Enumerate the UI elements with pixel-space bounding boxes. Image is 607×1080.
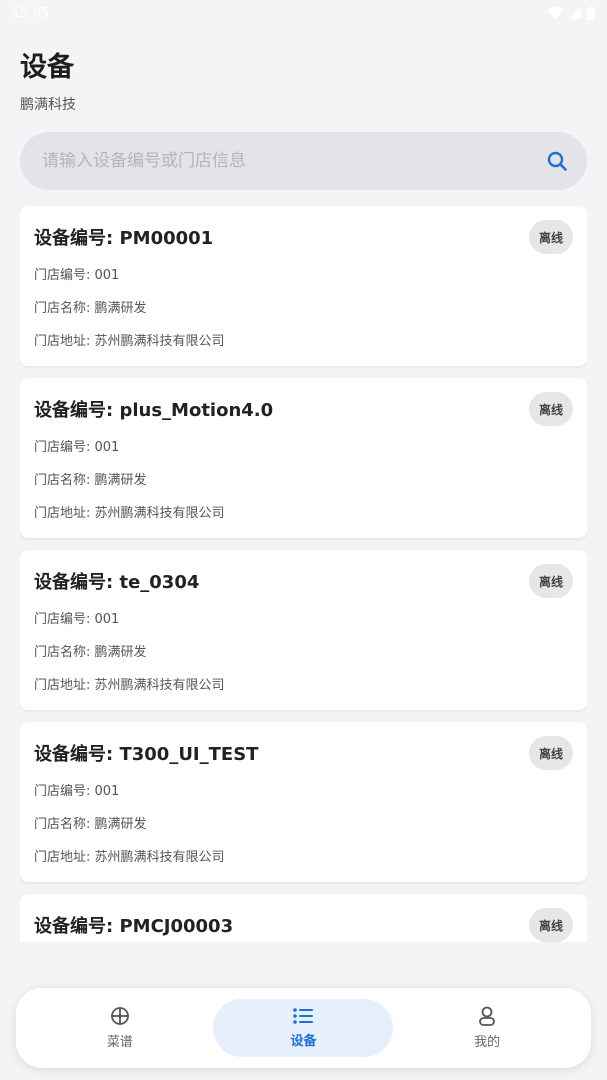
nav-label: 我的	[474, 1035, 501, 1050]
device-id: 设备编号: T300_UI_TEST	[34, 744, 259, 765]
search-input[interactable]	[40, 150, 545, 172]
store-address: 门店地址: 苏州鹏满科技有限公司	[34, 506, 225, 521]
nav-item-profile[interactable]: 我的	[397, 999, 577, 1057]
wifi-icon	[547, 7, 563, 19]
store-name: 门店名称: 鹏满研发	[34, 817, 147, 832]
store-number: 门店编号: 001	[34, 784, 120, 799]
search-icon[interactable]	[545, 149, 569, 173]
header: 设备 鹏满科技	[20, 50, 76, 114]
device-id: 设备编号: PMCJ00003	[34, 916, 234, 937]
status-badge: 离线	[529, 736, 573, 770]
search-bar[interactable]	[20, 132, 587, 190]
status-time: 15:05	[12, 5, 50, 21]
page-subtitle: 鹏满科技	[20, 97, 76, 113]
page-title: 设备	[20, 52, 74, 83]
store-number: 门店编号: 001	[34, 268, 120, 283]
battery-icon	[587, 6, 595, 20]
store-address: 门店地址: 苏州鹏满科技有限公司	[34, 850, 225, 865]
status-bar: 15:05	[0, 0, 607, 26]
status-badge: 离线	[529, 220, 573, 254]
signal-icon	[569, 7, 581, 19]
person-icon	[479, 1006, 496, 1026]
device-list[interactable]: 设备编号: PM00001 门店编号: 001 门店名称: 鹏满研发 门店地址:…	[20, 206, 587, 942]
store-name: 门店名称: 鹏满研发	[34, 645, 147, 660]
device-card[interactable]: 设备编号: T300_UI_TEST 门店编号: 001 门店名称: 鹏满研发 …	[20, 722, 587, 882]
store-number: 门店编号: 001	[34, 440, 120, 455]
store-number: 门店编号: 001	[34, 612, 120, 627]
status-badge: 离线	[529, 908, 573, 942]
device-id: 设备编号: plus_Motion4.0	[34, 400, 274, 421]
device-card[interactable]: 设备编号: PMCJ00003 离线	[20, 894, 587, 942]
device-id: 设备编号: PM00001	[34, 228, 214, 249]
nav-item-recipes[interactable]: 菜谱	[30, 999, 210, 1057]
store-address: 门店地址: 苏州鹏满科技有限公司	[34, 678, 225, 693]
status-icons	[547, 6, 595, 20]
device-card[interactable]: 设备编号: plus_Motion4.0 门店编号: 001 门店名称: 鹏满研…	[20, 378, 587, 538]
store-address: 门店地址: 苏州鹏满科技有限公司	[34, 334, 225, 349]
nav-item-devices[interactable]: 设备	[213, 999, 394, 1057]
bottom-nav: 菜谱 设备 我的	[16, 988, 591, 1068]
store-name: 门店名称: 鹏满研发	[34, 473, 147, 488]
status-badge: 离线	[529, 392, 573, 426]
nav-label: 设备	[290, 1034, 317, 1049]
nav-label: 菜谱	[106, 1035, 133, 1050]
device-card[interactable]: 设备编号: te_0304 门店编号: 001 门店名称: 鹏满研发 门店地址:…	[20, 550, 587, 710]
device-card[interactable]: 设备编号: PM00001 门店编号: 001 门店名称: 鹏满研发 门店地址:…	[20, 206, 587, 366]
status-badge: 离线	[529, 564, 573, 598]
device-id: 设备编号: te_0304	[34, 572, 200, 593]
list-icon	[293, 1008, 314, 1024]
app-screen: 15:05 设备 鹏满科技 设备编号: PM00001 门店编号: 001 门店…	[0, 0, 607, 1080]
circle-plus-icon	[110, 1007, 129, 1025]
store-name: 门店名称: 鹏满研发	[34, 301, 147, 316]
